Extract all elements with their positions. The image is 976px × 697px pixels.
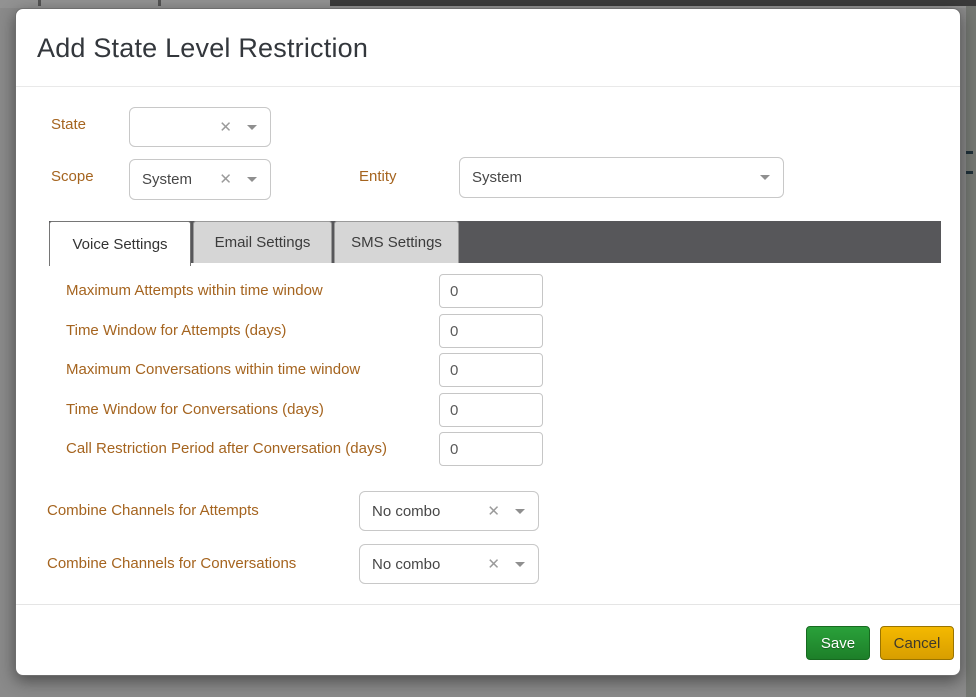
time-window-attempts-label: Time Window for Attempts (days) <box>66 314 286 348</box>
form-row: Time Window for Conversations (days) <box>16 393 960 427</box>
form-row: Maximum Conversations within time window <box>16 353 960 387</box>
add-state-level-restriction-dialog: Add State Level Restriction State ✕ Scop… <box>15 8 961 676</box>
max-attempts-label: Maximum Attempts within time window <box>66 274 323 308</box>
time-window-conversations-label: Time Window for Conversations (days) <box>66 393 324 427</box>
scope-label: Scope <box>51 168 94 185</box>
clear-x-icon[interactable]: ✕ <box>487 557 500 572</box>
background-top-bar-dark <box>330 0 976 6</box>
combine-conversations-dropdown[interactable]: No combo ✕ <box>359 544 539 584</box>
chevron-down-icon[interactable] <box>247 177 257 182</box>
chevron-down-icon[interactable] <box>515 562 525 567</box>
time-window-conversations-input[interactable] <box>439 393 543 427</box>
dialog-title: Add State Level Restriction <box>37 33 368 64</box>
combine-attempts-label: Combine Channels for Attempts <box>47 491 259 531</box>
scope-value: System <box>142 171 192 188</box>
chevron-down-icon[interactable] <box>247 125 257 130</box>
clear-x-icon[interactable]: ✕ <box>219 172 232 187</box>
tab-email-settings[interactable]: Email Settings <box>193 221 332 263</box>
state-dropdown[interactable]: ✕ <box>129 107 271 147</box>
entity-dropdown[interactable]: System <box>459 157 784 198</box>
background-tab-divider <box>38 0 41 6</box>
form-row: Combine Channels for Conversations No co… <box>16 544 960 584</box>
max-attempts-input[interactable] <box>439 274 543 308</box>
entity-value: System <box>472 169 522 186</box>
combine-attempts-value: No combo <box>372 503 440 520</box>
call-restriction-period-input[interactable] <box>439 432 543 466</box>
dialog-footer: Save Cancel <box>16 604 960 675</box>
cancel-button[interactable]: Cancel <box>880 626 954 660</box>
chevron-down-icon[interactable] <box>515 509 525 514</box>
combine-conversations-label: Combine Channels for Conversations <box>47 544 296 584</box>
form-row: Combine Channels for Attempts No combo ✕ <box>16 491 960 531</box>
max-conversations-input[interactable] <box>439 353 543 387</box>
time-window-attempts-input[interactable] <box>439 314 543 348</box>
tab-sms-settings[interactable]: SMS Settings <box>334 221 459 263</box>
state-label: State <box>51 116 86 133</box>
clear-x-icon[interactable]: ✕ <box>487 504 500 519</box>
save-button[interactable]: Save <box>806 626 870 660</box>
form-row: Call Restriction Period after Conversati… <box>16 432 960 466</box>
chevron-down-icon[interactable] <box>760 175 770 180</box>
form-row: Time Window for Attempts (days) <box>16 314 960 348</box>
background-artifact <box>966 171 973 174</box>
scope-dropdown[interactable]: System ✕ <box>129 159 271 200</box>
tab-voice-settings[interactable]: Voice Settings <box>49 221 191 266</box>
settings-tabstrip: Voice Settings Email Settings SMS Settin… <box>49 221 941 263</box>
background-right-strip <box>966 6 976 697</box>
form-row: Maximum Attempts within time window <box>16 274 960 308</box>
dialog-header: Add State Level Restriction <box>16 9 960 87</box>
background-artifact <box>966 151 973 154</box>
entity-label: Entity <box>359 168 397 185</box>
clear-x-icon[interactable]: ✕ <box>219 120 232 135</box>
background-top-bar <box>0 0 976 8</box>
background-tab-divider <box>158 0 161 6</box>
combine-conversations-value: No combo <box>372 556 440 573</box>
max-conversations-label: Maximum Conversations within time window <box>66 353 360 387</box>
call-restriction-period-label: Call Restriction Period after Conversati… <box>66 432 387 466</box>
combine-attempts-dropdown[interactable]: No combo ✕ <box>359 491 539 531</box>
